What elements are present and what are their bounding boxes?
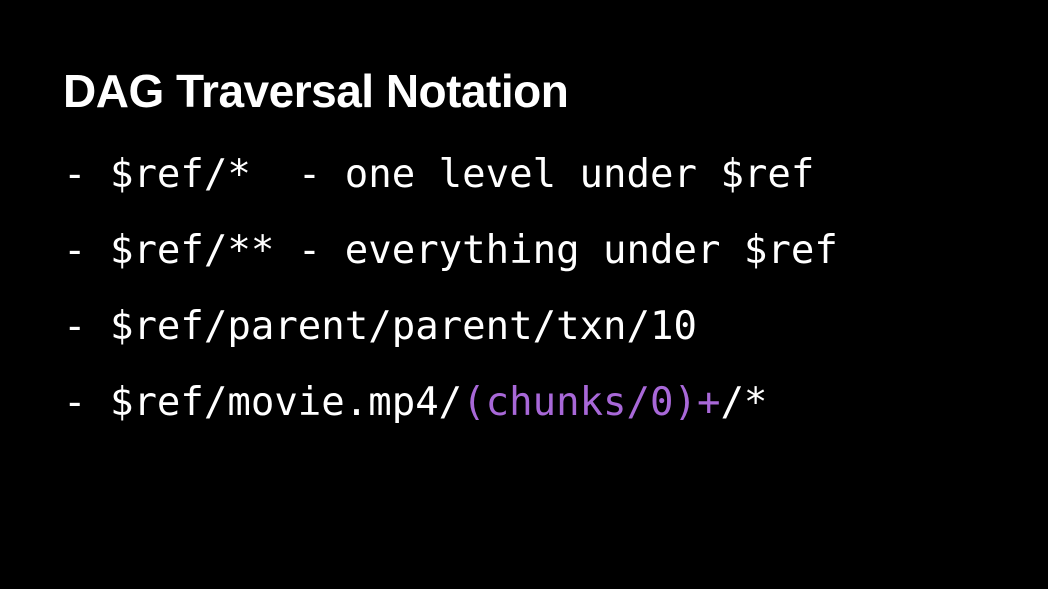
bullet-one-level: - $ref/* - one level under $ref [63, 152, 815, 197]
bullet-movie-highlight: (chunks/0)+ [462, 380, 721, 425]
bullet-movie-chunks: - $ref/movie.mp4/(chunks/0)+/* [63, 376, 838, 430]
slide-title: DAG Traversal Notation [63, 65, 569, 117]
bullet-movie-prefix: - $ref/movie.mp4/ [63, 380, 463, 425]
bullet-list: - $ref/* - one level under $ref - $ref/*… [63, 148, 838, 452]
bullet-parent-path: - $ref/parent/parent/txn/10 [63, 304, 697, 349]
bullet-movie-suffix: /* [720, 380, 768, 425]
bullet-everything: - $ref/** - everything under $ref [63, 228, 838, 273]
slide: DAG Traversal Notation - $ref/* - one le… [0, 0, 1048, 589]
